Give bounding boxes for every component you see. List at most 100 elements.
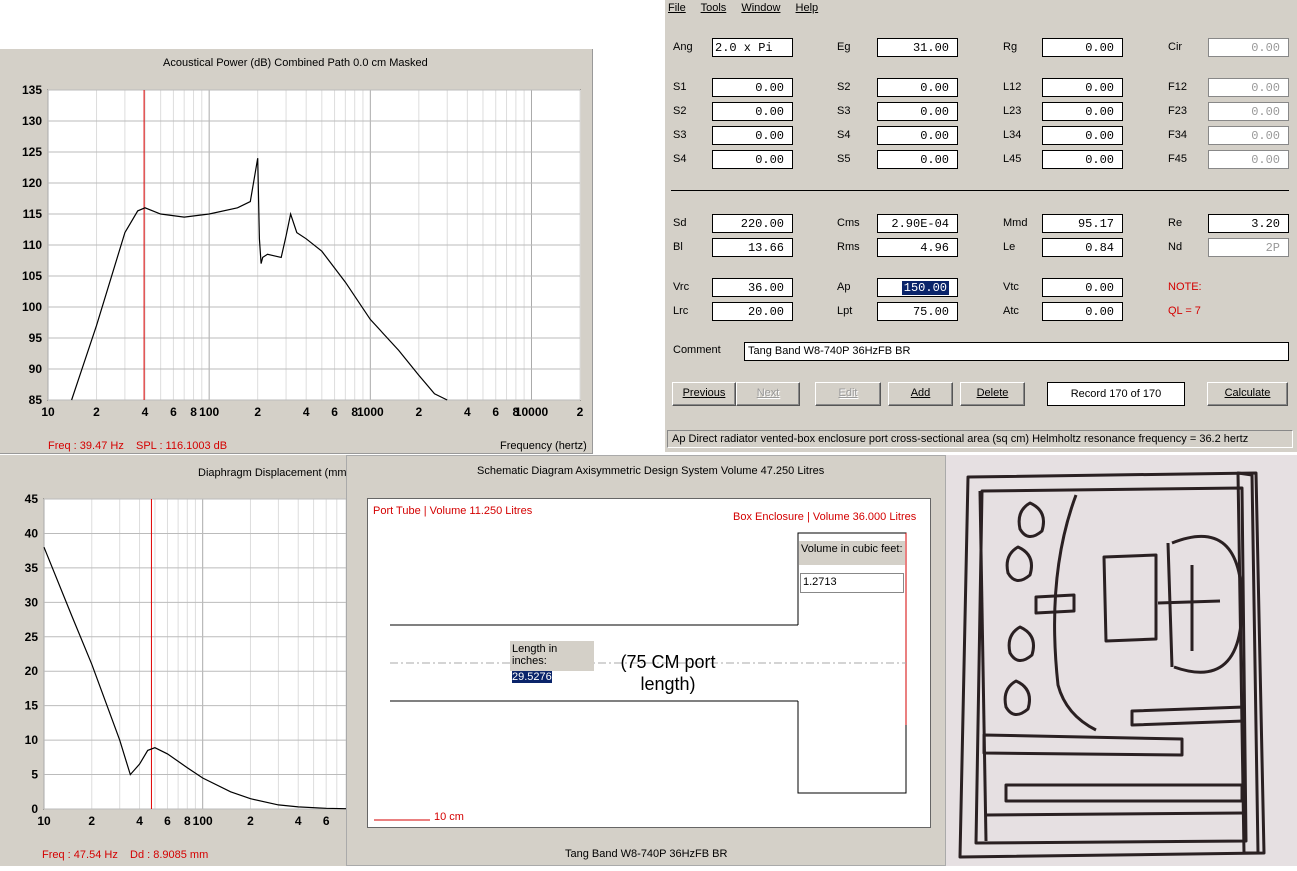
- param-label: Cir: [1168, 41, 1183, 53]
- param-value: 0.00: [920, 105, 949, 119]
- parameters-window: File Tools Window Help Ang 2.0 x Pi Eg 31.0…: [665, 0, 1297, 452]
- x-tick-label: 2: [247, 814, 254, 828]
- comment-field[interactable]: Tang Band W8-740P 36HzFB BR: [744, 342, 1289, 361]
- next-button[interactable]: Next: [736, 382, 800, 406]
- calculate-button[interactable]: Calculate: [1207, 382, 1288, 406]
- param-value: 150.00: [901, 281, 949, 295]
- param-field[interactable]: 0.00: [712, 150, 793, 169]
- param-field[interactable]: 0.00: [1208, 150, 1289, 169]
- param-field[interactable]: 0.00: [1042, 78, 1123, 97]
- y-tick-label: 90: [29, 362, 43, 376]
- param-field[interactable]: 220.00: [712, 214, 793, 233]
- param-label: L12: [1003, 81, 1022, 93]
- param-value: 0.00: [755, 105, 784, 119]
- param-field[interactable]: 36.00: [712, 278, 793, 297]
- param-field[interactable]: 13.66: [712, 238, 793, 257]
- param-field[interactable]: 4.96: [877, 238, 958, 257]
- param-value: 0.00: [1251, 153, 1280, 167]
- y-tick-label: 45: [25, 492, 39, 506]
- y-tick-label: 40: [25, 526, 39, 540]
- param-value: 20.00: [747, 305, 784, 319]
- param-field[interactable]: 2P: [1208, 238, 1289, 257]
- param-field[interactable]: 0.00: [877, 126, 958, 145]
- param-field[interactable]: 150.00: [877, 278, 958, 297]
- param-field[interactable]: 0.00: [1208, 38, 1289, 57]
- y-tick-label: 10: [25, 733, 39, 747]
- x-tick-label: 2: [88, 814, 95, 828]
- y-tick-label: 5: [31, 768, 38, 782]
- param-field[interactable]: 0.00: [1042, 126, 1123, 145]
- volume-input[interactable]: 1.2713: [800, 573, 904, 593]
- x-tick-label: 4: [303, 405, 310, 419]
- param-field[interactable]: 0.00: [877, 78, 958, 97]
- schematic-window: Schematic Diagram Axisymmetric Design Sy…: [346, 455, 946, 866]
- length-label: Length in inches:: [510, 641, 594, 671]
- param-label: S4: [837, 129, 851, 141]
- menu-file[interactable]: File: [668, 2, 686, 14]
- param-field[interactable]: 0.00: [1042, 102, 1123, 121]
- x-tick-label: 6: [331, 405, 338, 419]
- param-label: S1: [673, 81, 687, 93]
- spl-chart[interactable]: 13513012512011511010510095908510 2 4 6 8 100 2…: [0, 73, 593, 455]
- x-tick-label: 10000: [515, 405, 549, 419]
- menu-window[interactable]: Window: [741, 2, 780, 14]
- param-value: 0.00: [1251, 41, 1280, 55]
- param-field[interactable]: 95.17: [1042, 214, 1123, 233]
- param-field[interactable]: 0.00: [1208, 78, 1289, 97]
- param-label: QL = 7: [1168, 305, 1201, 317]
- x-tick-label: 4: [142, 405, 149, 419]
- x-tick-label: 6: [323, 814, 330, 828]
- x-tick-label: 4: [464, 405, 471, 419]
- param-field[interactable]: 0.00: [1208, 126, 1289, 145]
- param-field[interactable]: 20.00: [712, 302, 793, 321]
- param-value: 0.00: [1085, 41, 1114, 55]
- param-field[interactable]: 3.20: [1208, 214, 1289, 233]
- param-field[interactable]: 2.0 x Pi: [712, 38, 793, 57]
- add-button[interactable]: Add: [888, 382, 953, 406]
- spl-x-caption: Frequency (hertz): [500, 440, 587, 452]
- status-bar: Ap Direct radiator vented-box enclosure …: [667, 430, 1293, 448]
- x-tick-label: 6: [492, 405, 499, 419]
- param-field[interactable]: 2.90E-04: [877, 214, 958, 233]
- param-field[interactable]: 0.00: [1042, 150, 1123, 169]
- param-value: 3.20: [1251, 217, 1280, 231]
- param-field[interactable]: 75.00: [877, 302, 958, 321]
- param-label: Ap: [837, 281, 851, 293]
- param-field[interactable]: 0.00: [712, 78, 793, 97]
- param-label: Vrc: [673, 281, 690, 293]
- param-field[interactable]: 0.00: [877, 102, 958, 121]
- param-label: Vtc: [1003, 281, 1019, 293]
- param-value: 31.00: [912, 41, 949, 55]
- y-tick-label: 35: [25, 561, 39, 575]
- param-field[interactable]: 0.00: [1208, 102, 1289, 121]
- param-field[interactable]: 0.00: [712, 126, 793, 145]
- y-tick-label: 115: [23, 207, 43, 221]
- y-tick-label: 135: [22, 83, 42, 97]
- edit-button[interactable]: Edit: [815, 382, 881, 406]
- disp-freq-readout: Freq : 47.54 Hz: [42, 849, 118, 861]
- previous-button[interactable]: Previous: [672, 382, 736, 406]
- menu-help[interactable]: Help: [796, 2, 819, 14]
- x-tick-label: 2: [415, 405, 422, 419]
- y-tick-label: 110: [23, 238, 43, 252]
- param-field[interactable]: 0.00: [1042, 278, 1123, 297]
- displacement-chart[interactable]: 45403530252015105010 2 4 6 8 100 2 4 6: [0, 481, 346, 871]
- x-tick-label: 6: [164, 814, 171, 828]
- delete-button[interactable]: Delete: [960, 382, 1025, 406]
- param-value: 0.00: [1085, 281, 1114, 295]
- param-field[interactable]: 0.00: [1042, 38, 1123, 57]
- param-field[interactable]: 0.00: [1042, 302, 1123, 321]
- param-label: F45: [1168, 153, 1187, 165]
- param-value: 75.00: [912, 305, 949, 319]
- param-label: Cms: [837, 217, 860, 229]
- param-label: Bl: [673, 241, 683, 253]
- param-field[interactable]: 0.84: [1042, 238, 1123, 257]
- param-label: F23: [1168, 105, 1187, 117]
- spl-freq-readout: Freq : 39.47 Hz: [48, 440, 124, 452]
- spl-value-readout: SPL : 116.1003 dB: [136, 440, 228, 452]
- param-field[interactable]: 31.00: [877, 38, 958, 57]
- menu-tools[interactable]: Tools: [701, 2, 727, 14]
- param-field[interactable]: 0.00: [877, 150, 958, 169]
- length-input[interactable]: 29.5276: [512, 671, 594, 689]
- param-field[interactable]: 0.00: [712, 102, 793, 121]
